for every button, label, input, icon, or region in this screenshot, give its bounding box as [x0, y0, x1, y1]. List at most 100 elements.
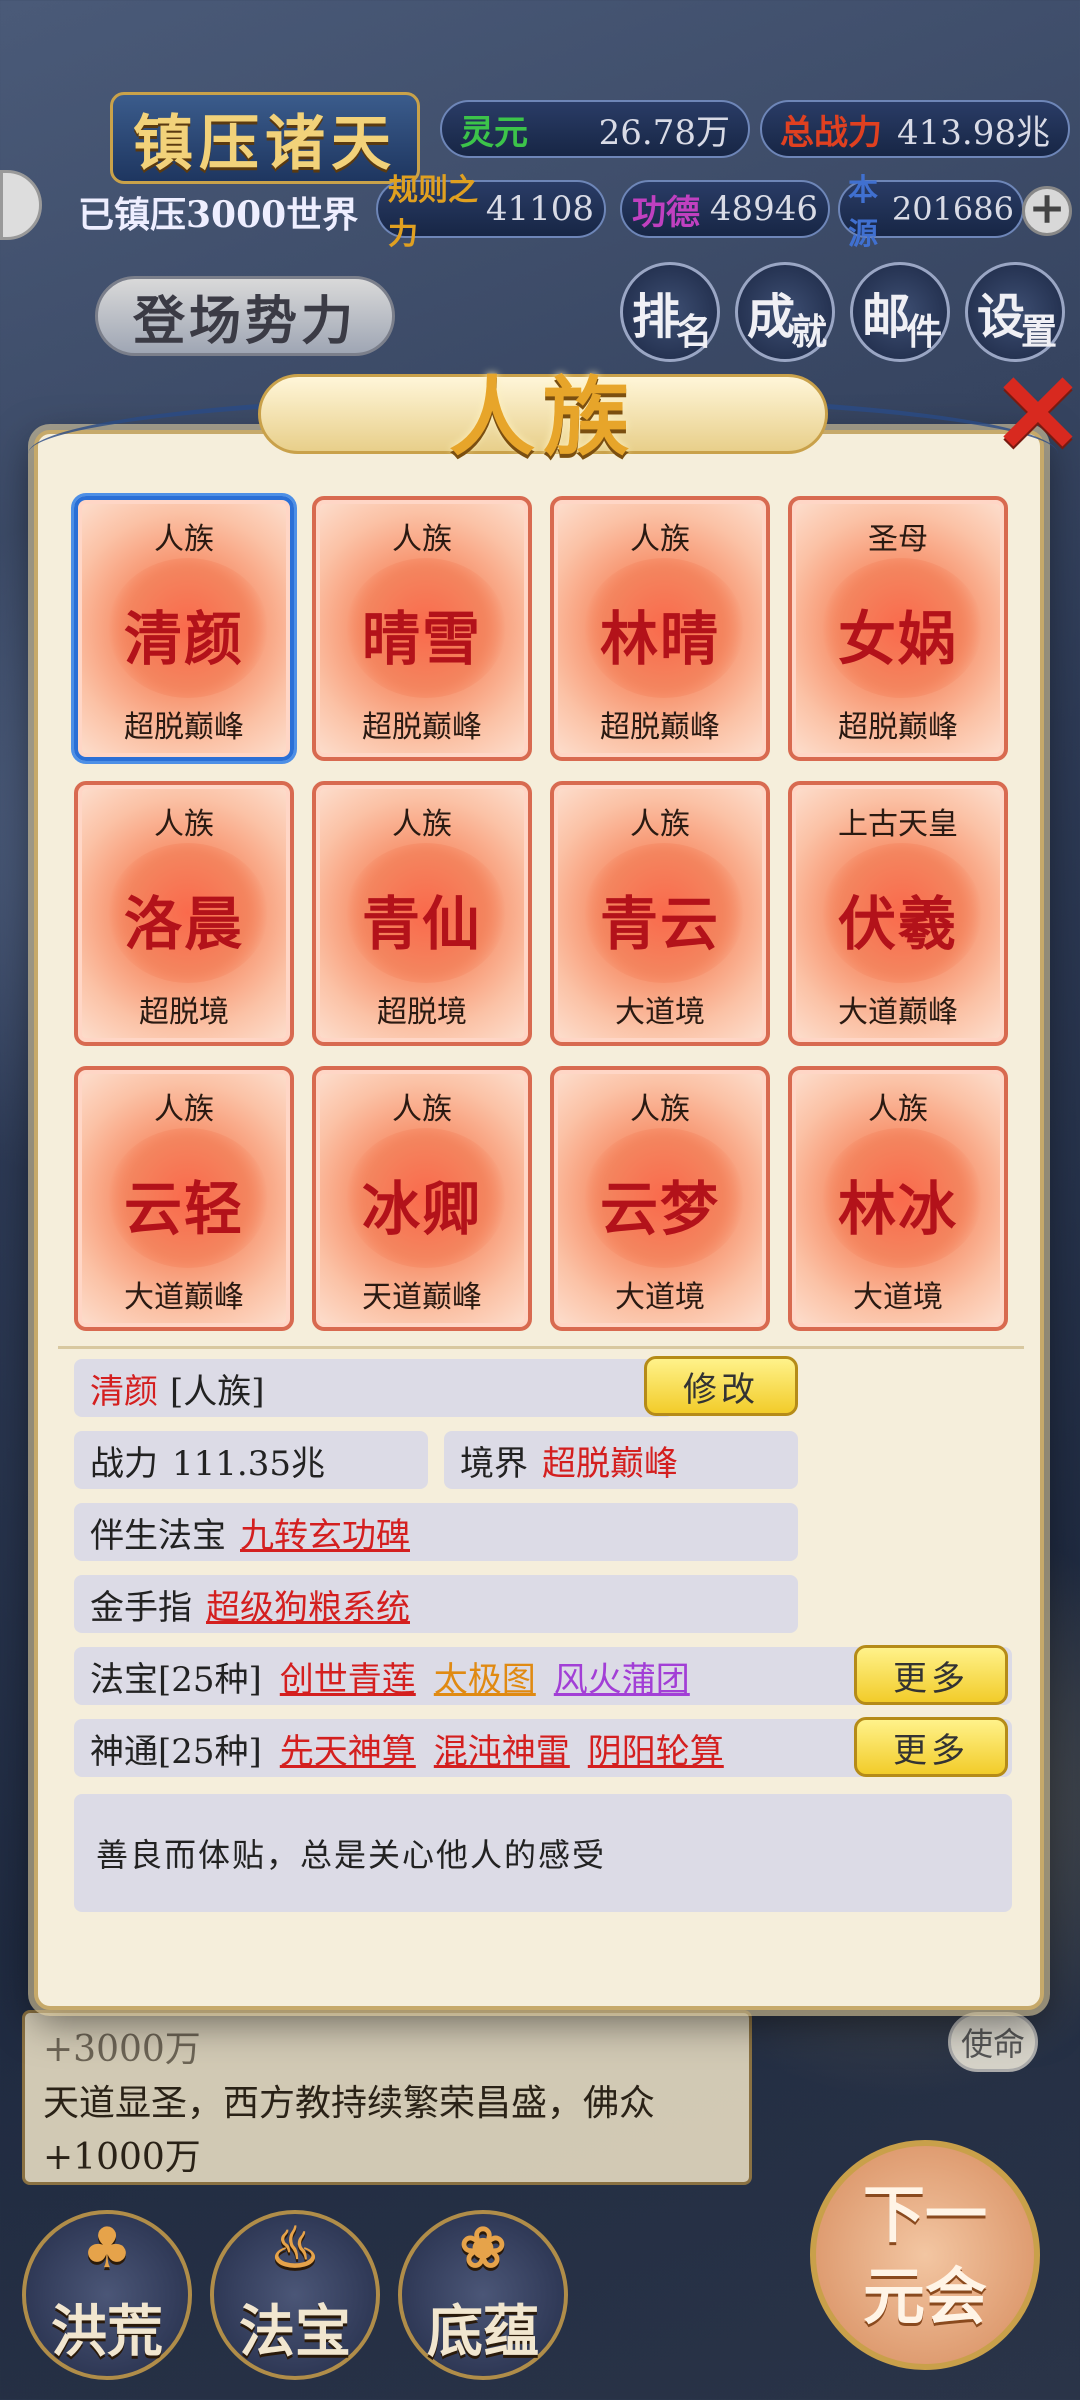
close-icon[interactable]: ✕: [988, 359, 1080, 469]
log-line: +3000万: [43, 2029, 201, 2070]
stat-label: 功德: [632, 192, 700, 233]
character-card[interactable]: 人族 云梦 大道境: [550, 1066, 770, 1331]
stat-label: 灵元: [460, 112, 528, 153]
card-realm: 大道境: [615, 995, 705, 1030]
golden-finger-row: 金手指 超级狗粮系统: [74, 1575, 798, 1633]
card-realm: 大道巅峰: [124, 1280, 244, 1315]
card-race: 上古天皇: [838, 807, 958, 842]
companion-treasure-row: 伴生法宝 九转玄功碑: [74, 1503, 798, 1561]
stat-total-power: 总战力 413.98兆: [760, 100, 1070, 158]
character-card[interactable]: 圣母 女娲 超脱巅峰: [788, 496, 1008, 761]
character-card[interactable]: 人族 青云 大道境: [550, 781, 770, 1046]
character-card[interactable]: 人族 洛晨 超脱境: [74, 781, 294, 1046]
log-line: +1000万: [43, 2137, 201, 2178]
detail-name: 清颜: [90, 1371, 158, 1412]
stat-label: 规则之力: [388, 173, 478, 252]
card-race: 圣母: [868, 522, 928, 557]
card-name: 清颜: [123, 605, 244, 673]
skill-link[interactable]: 先天神算: [280, 1724, 416, 1773]
character-card[interactable]: 人族 云轻 大道巅峰: [74, 1066, 294, 1331]
section-divider: [58, 1346, 1024, 1349]
detail-race-tag: [人族]: [170, 1371, 265, 1412]
tab-label: 法宝: [239, 2299, 351, 2365]
card-realm: 大道境: [853, 1280, 943, 1315]
skill-link[interactable]: 阴阳轮算: [588, 1724, 724, 1773]
power-row: 战力 111.35兆: [74, 1431, 428, 1489]
card-realm: 大道巅峰: [838, 995, 958, 1030]
power-label: 战力: [90, 1443, 158, 1484]
mail-button[interactable]: 邮件: [850, 262, 950, 362]
character-card[interactable]: 人族 清颜 超脱巅峰: [74, 496, 294, 761]
treasure-label: 法宝[25种]: [90, 1659, 262, 1700]
stat-value: 413.98兆: [897, 112, 1050, 153]
cheat-link[interactable]: 超级狗粮系统: [206, 1580, 410, 1629]
card-race: 人族: [392, 807, 452, 842]
chat-bubble-icon[interactable]: [0, 170, 42, 240]
card-name: 晴雪: [361, 605, 482, 673]
treasure-link[interactable]: 风火蒲团: [554, 1652, 690, 1701]
realm-label: 境界: [460, 1443, 528, 1484]
tab-diyun[interactable]: ❀ 底蕴: [398, 2210, 568, 2380]
character-card[interactable]: 上古天皇 伏羲 大道巅峰: [788, 781, 1008, 1046]
card-realm: 超脱巅峰: [124, 710, 244, 745]
mission-button[interactable]: 使命: [948, 2012, 1038, 2072]
tab-label: 底蕴: [427, 2299, 539, 2365]
game-title: 镇压诸天: [110, 92, 420, 184]
add-resource-button[interactable]: +: [1022, 186, 1072, 236]
card-realm: 超脱巅峰: [362, 710, 482, 745]
character-card[interactable]: 人族 林晴 超脱巅峰: [550, 496, 770, 761]
companion-label: 伴生法宝: [90, 1515, 226, 1556]
card-realm: 超脱境: [139, 995, 229, 1030]
card-name: 云梦: [599, 1175, 720, 1243]
event-log: +3000万 天道显圣，西方教持续繁荣昌盛，佛众 +1000万: [22, 2010, 752, 2185]
card-name: 林晴: [599, 605, 720, 673]
settings-button[interactable]: 设置: [965, 262, 1065, 362]
suppressed-worlds-count: 已镇压3000世界: [78, 194, 359, 236]
nav-small: 置: [1021, 311, 1057, 353]
stat-rule-power: 规则之力 41108: [376, 173, 606, 252]
log-line: 天道显圣，西方教持续繁荣昌盛，佛众: [43, 2083, 656, 2124]
tab-label: 洪荒: [51, 2299, 163, 2365]
edit-button[interactable]: 修改: [644, 1356, 798, 1416]
tree-icon: ♣: [81, 2215, 133, 2281]
card-realm: 超脱巅峰: [600, 710, 720, 745]
dialog-header: 人族: [258, 334, 828, 484]
realm-row: 境界 超脱巅峰: [444, 1431, 798, 1489]
skill-link[interactable]: 混沌神雷: [434, 1724, 570, 1773]
tab-honghuang[interactable]: ♣ 洪荒: [22, 2210, 192, 2380]
cauldron-icon: ♨: [269, 2215, 321, 2281]
nav-big: 设: [976, 289, 1025, 345]
treasure-link[interactable]: 太极图: [434, 1652, 536, 1701]
character-grid: 人族 清颜 超脱巅峰 人族 晴雪 超脱巅峰 人族 林晴 超脱巅峰 圣母 女娲 超…: [74, 496, 1012, 1331]
character-card[interactable]: 人族 冰卿 天道巅峰: [312, 1066, 532, 1331]
next-era-button[interactable]: 下一 元会: [810, 2140, 1040, 2370]
power-value: 111.35兆: [172, 1443, 325, 1484]
detail-name-row: 清颜 [人族]: [74, 1359, 674, 1417]
card-race: 人族: [154, 1092, 214, 1127]
more-treasures-button[interactable]: 更多: [854, 1645, 1008, 1705]
tab-fabao[interactable]: ♨ 法宝: [210, 2210, 380, 2380]
stat-value: 41108: [485, 189, 594, 229]
card-race: 人族: [630, 807, 690, 842]
card-race: 人族: [630, 522, 690, 557]
character-card[interactable]: 人族 晴雪 超脱巅峰: [312, 496, 532, 761]
cheat-label: 金手指: [90, 1587, 192, 1628]
dialog-title: 人族: [449, 366, 637, 468]
card-name: 青仙: [361, 890, 482, 958]
companion-link[interactable]: 九转玄功碑: [240, 1508, 410, 1557]
stat-value: 48946: [709, 189, 818, 229]
card-name: 女娲: [837, 605, 958, 673]
card-race: 人族: [868, 1092, 928, 1127]
stat-label: 本源: [848, 173, 878, 252]
card-realm: 大道境: [615, 1280, 705, 1315]
more-skills-button[interactable]: 更多: [854, 1717, 1008, 1777]
character-card[interactable]: 人族 林冰 大道境: [788, 1066, 1008, 1331]
stat-value: 201686: [891, 190, 1014, 228]
card-race: 人族: [392, 1092, 452, 1127]
treasure-link[interactable]: 创世青莲: [280, 1652, 416, 1701]
lotus-icon: ❀: [459, 2215, 507, 2281]
card-race: 人族: [154, 522, 214, 557]
next-era-line1: 下一: [862, 2178, 987, 2251]
character-card[interactable]: 人族 青仙 超脱境: [312, 781, 532, 1046]
nav-small: 件: [906, 311, 942, 353]
